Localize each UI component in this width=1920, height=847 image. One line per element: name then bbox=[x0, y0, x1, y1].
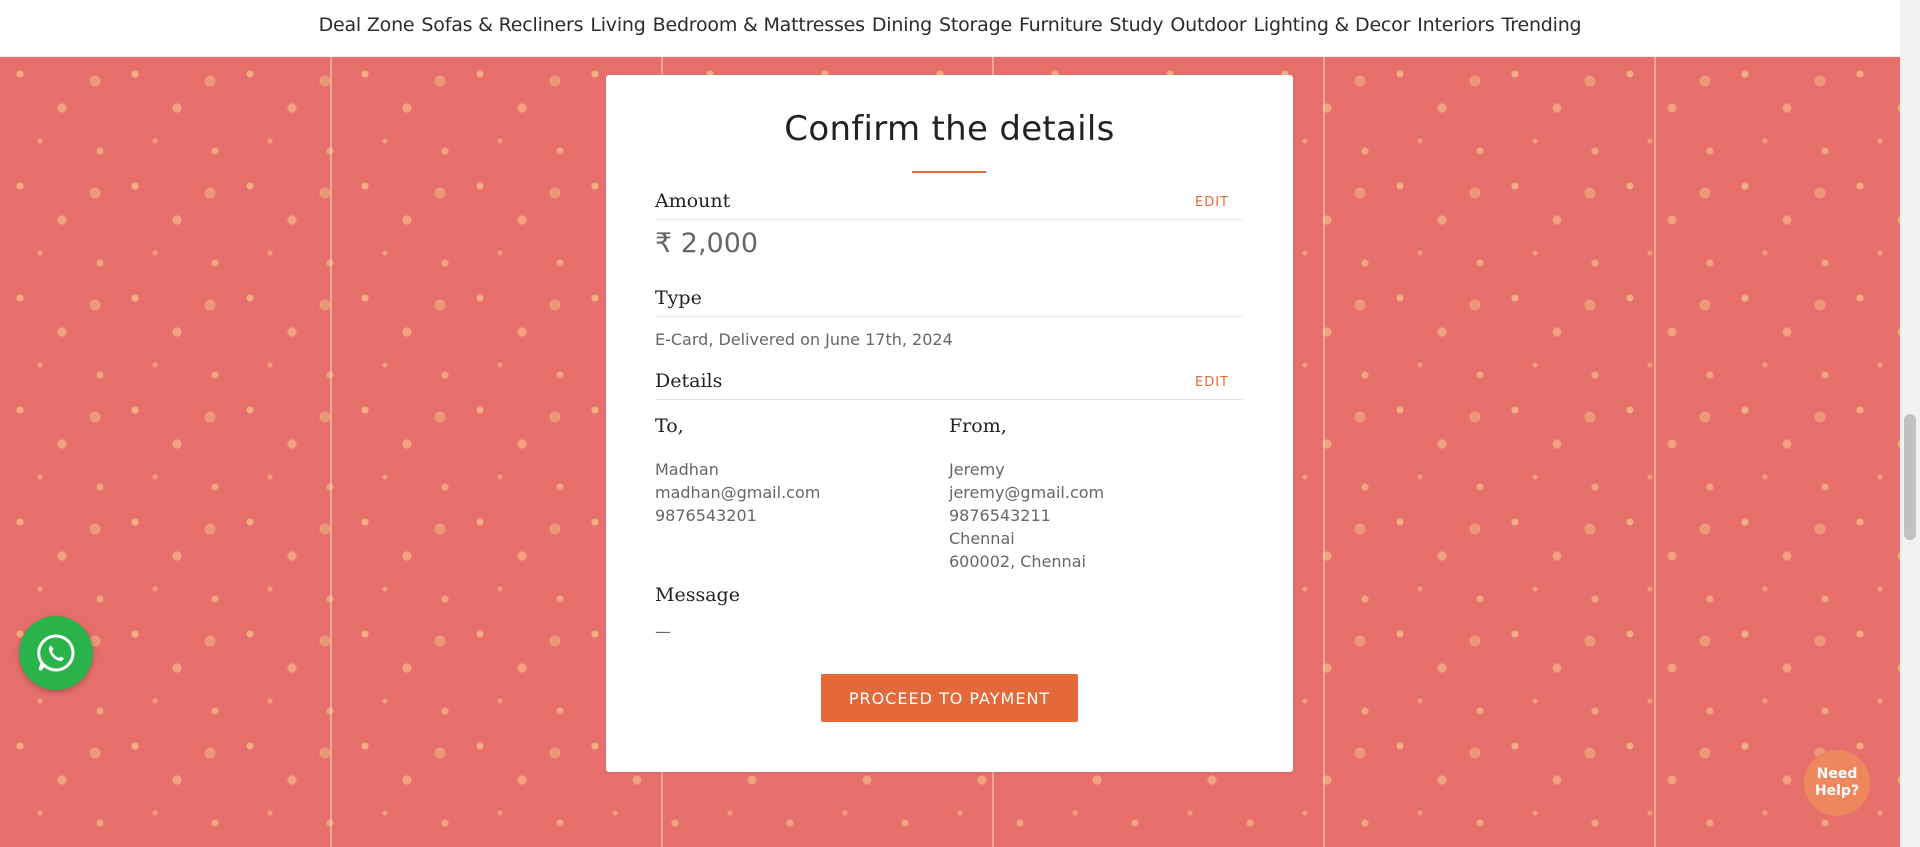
nav-item[interactable]: Storage bbox=[939, 14, 1012, 36]
whatsapp-button[interactable] bbox=[19, 616, 93, 690]
nav-list: Deal Zone Sofas & Recliners Living Bedroom … bbox=[319, 14, 1582, 36]
type-label: Type bbox=[655, 287, 702, 309]
nav-item[interactable]: Study bbox=[1109, 14, 1163, 36]
from-city: Chennai bbox=[949, 529, 1015, 548]
edit-details-link[interactable]: EDIT bbox=[1195, 375, 1229, 390]
nav-item[interactable]: Lighting & Decor bbox=[1254, 14, 1411, 36]
pattern-seam bbox=[1323, 56, 1325, 847]
to-email: madhan@gmail.com bbox=[655, 483, 821, 502]
details-section-header: Details EDIT bbox=[655, 368, 1243, 400]
to-heading: To, bbox=[655, 415, 684, 437]
from-email: jeremy@gmail.com bbox=[949, 483, 1105, 502]
nav-item[interactable]: Deal Zone bbox=[319, 14, 415, 36]
top-navigation: Deal Zone Sofas & Recliners Living Bedroom … bbox=[0, 0, 1900, 57]
from-address: 600002, Chennai bbox=[949, 552, 1086, 571]
whatsapp-icon bbox=[37, 634, 75, 672]
title-underline bbox=[912, 171, 986, 173]
proceed-to-payment-button[interactable]: PROCEED TO PAYMENT bbox=[821, 674, 1078, 722]
page-title: Confirm the details bbox=[784, 109, 1115, 149]
to-phone: 9876543201 bbox=[655, 506, 757, 525]
pattern-seam bbox=[1654, 56, 1656, 847]
need-help-button[interactable]: Need Help? bbox=[1804, 750, 1870, 816]
scrollbar-thumb[interactable] bbox=[1904, 414, 1916, 540]
nav-item[interactable]: Sofas & Recliners bbox=[421, 14, 583, 36]
amount-label: Amount bbox=[655, 190, 731, 212]
amount-section-header: Amount EDIT bbox=[655, 188, 1243, 220]
message-label: Message bbox=[655, 584, 740, 606]
edit-amount-link[interactable]: EDIT bbox=[1195, 195, 1229, 210]
pattern-seam bbox=[330, 56, 332, 847]
nav-item[interactable]: Furniture bbox=[1019, 14, 1103, 36]
page-scrollbar[interactable] bbox=[1900, 0, 1920, 847]
message-value: — bbox=[655, 622, 671, 641]
confirm-details-card: Confirm the details Amount EDIT ₹ 2,000 … bbox=[606, 75, 1293, 772]
nav-item[interactable]: Living bbox=[590, 14, 645, 36]
details-label: Details bbox=[655, 370, 723, 392]
from-heading: From, bbox=[949, 415, 1007, 437]
nav-item[interactable]: Outdoor bbox=[1170, 14, 1246, 36]
amount-value: ₹ 2,000 bbox=[655, 228, 759, 259]
from-name: Jeremy bbox=[949, 460, 1005, 479]
nav-item[interactable]: Bedroom & Mattresses bbox=[653, 14, 865, 36]
nav-item[interactable]: Trending bbox=[1502, 14, 1582, 36]
from-phone: 9876543211 bbox=[949, 506, 1051, 525]
to-name: Madhan bbox=[655, 460, 719, 479]
nav-item[interactable]: Dining bbox=[872, 14, 932, 36]
type-section-header: Type bbox=[655, 285, 1243, 317]
type-value: E-Card, Delivered on June 17th, 2024 bbox=[655, 330, 953, 349]
nav-item[interactable]: Interiors bbox=[1417, 14, 1495, 36]
